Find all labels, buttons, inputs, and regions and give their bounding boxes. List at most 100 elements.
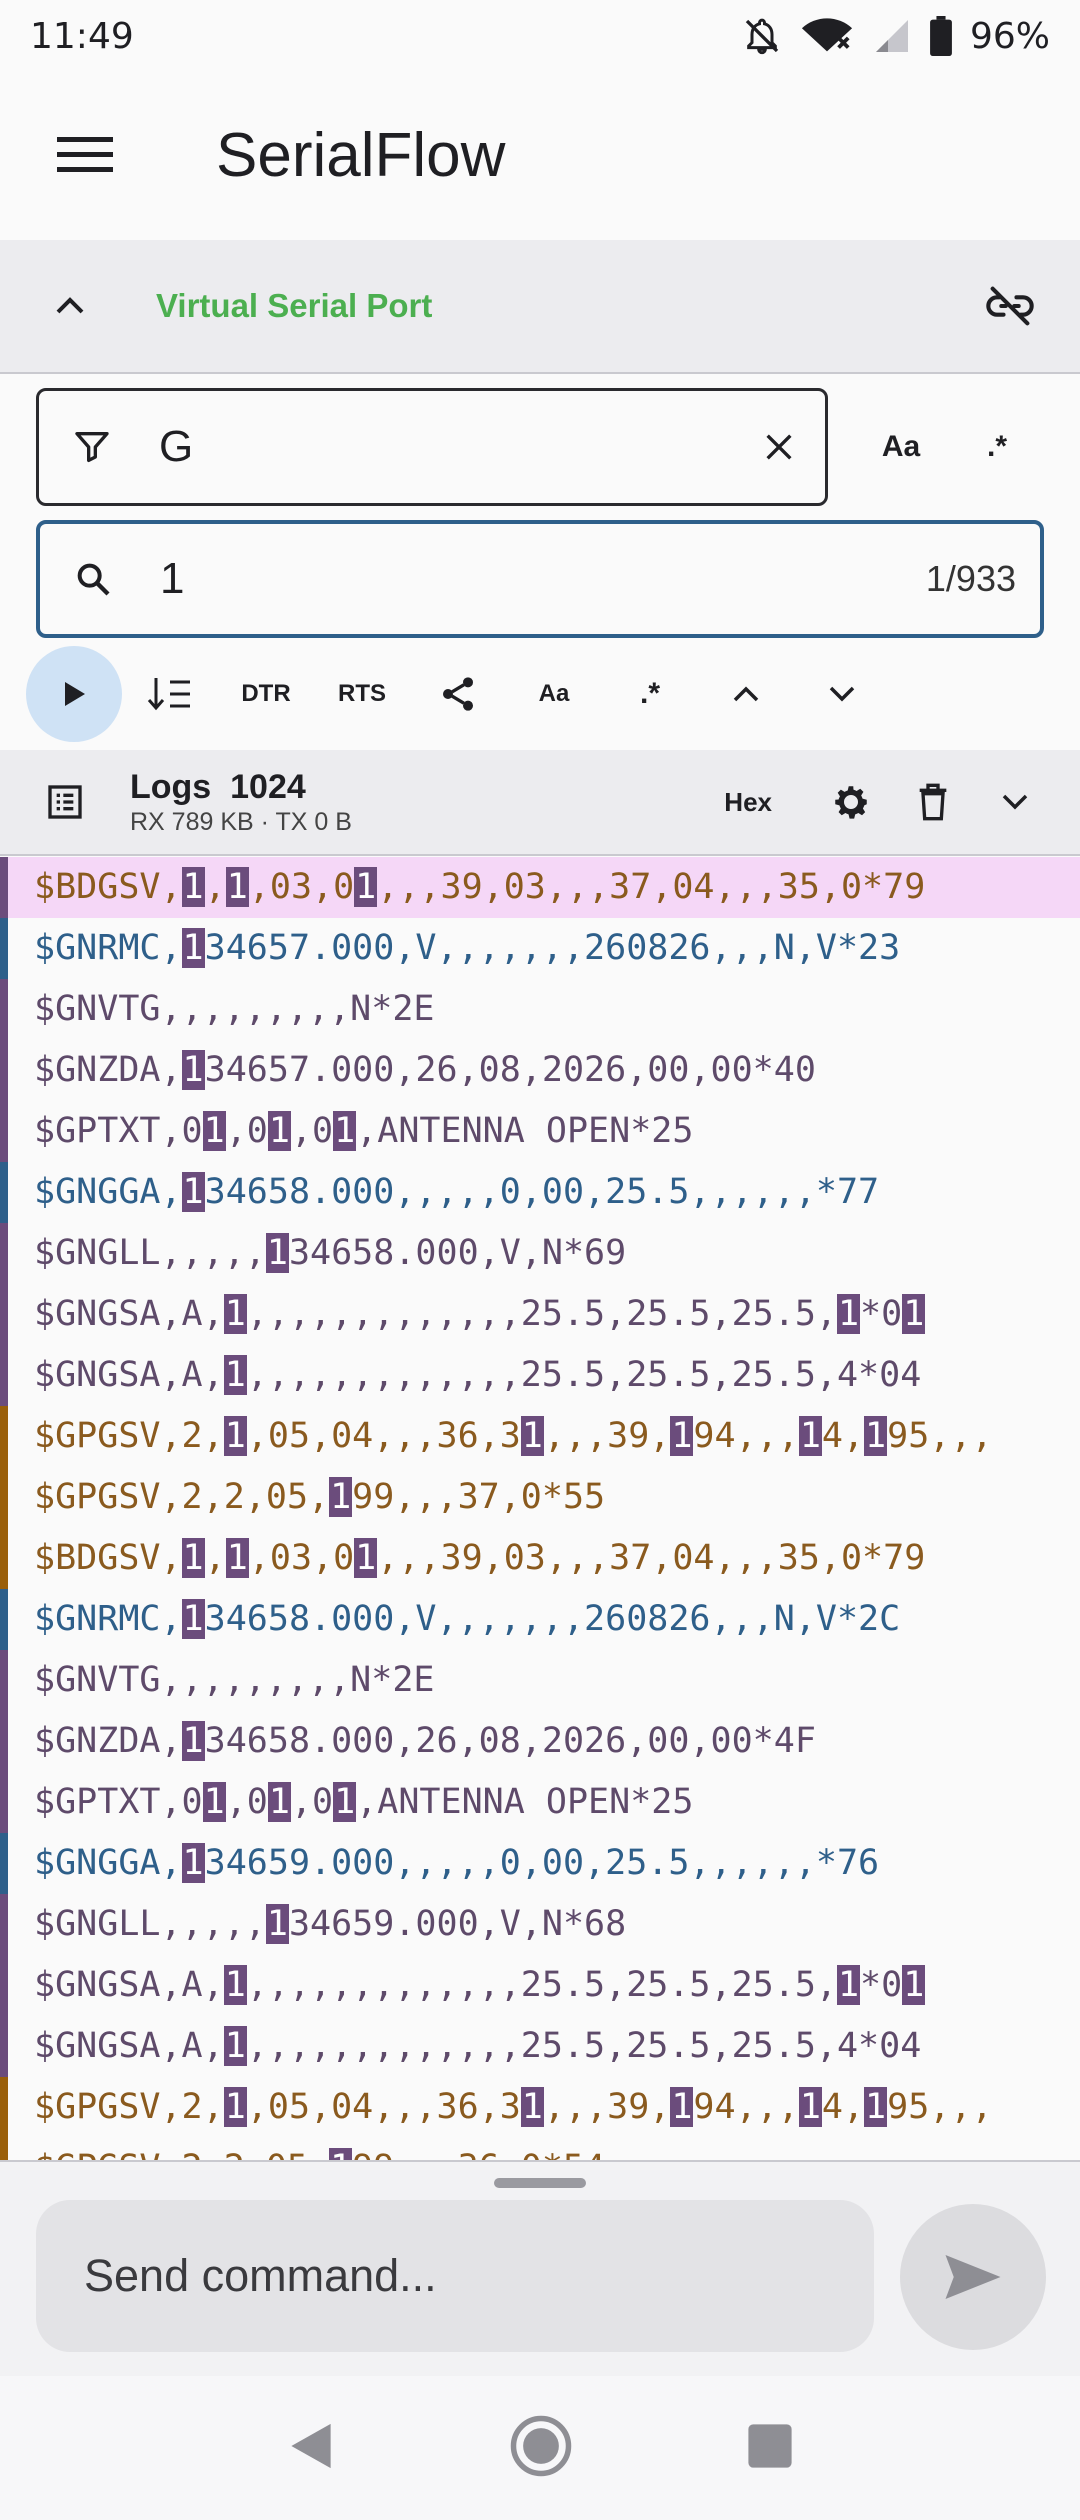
- log-line[interactable]: $GNZDA,134657.000,26,08,2026,00,00*40: [0, 1040, 1080, 1101]
- menu-icon[interactable]: [0, 72, 170, 238]
- search-match: 1: [267, 1782, 291, 1822]
- log-line[interactable]: $GNVTG,,,,,,,,,N*2E: [0, 1650, 1080, 1711]
- log-line[interactable]: $GPGSV,2,1,05,04,,,36,31,,,39,194,,,14,1…: [0, 1406, 1080, 1467]
- command-input[interactable]: Send command...: [36, 2200, 874, 2352]
- search-match: 1: [836, 1965, 861, 2005]
- log-line-text: $GNGSA,A,1,,,,,,,,,,,,,25.5,25.5,25.5,1*…: [34, 1965, 926, 2005]
- log-line[interactable]: $GPGSV,2,1,05,04,,,36,31,,,39,194,,,14,1…: [0, 2077, 1080, 2138]
- log-line[interactable]: $GNGSA,A,1,,,,,,,,,,,,,25.5,25.5,25.5,1*…: [0, 1284, 1080, 1345]
- signal-icon: [872, 16, 912, 56]
- log-line[interactable]: $GNGSA,A,1,,,,,,,,,,,,,25.5,25.5,25.5,1*…: [0, 1955, 1080, 2016]
- search-match: 1: [202, 1111, 226, 1151]
- regex-button[interactable]: .*: [602, 646, 698, 742]
- log-line[interactable]: $GNGSA,A,1,,,,,,,,,,,,,25.5,25.5,25.5,4*…: [0, 1345, 1080, 1406]
- log-line[interactable]: $GPTXT,01,01,01,ANTENNA OPEN*25: [0, 1772, 1080, 1833]
- log-line[interactable]: $GNGGA,134658.000,,,,,0,00,25.5,,,,,,*77: [0, 1162, 1080, 1223]
- filter-icon: [39, 391, 145, 503]
- drag-handle[interactable]: [494, 2178, 586, 2188]
- next-match-icon[interactable]: [794, 646, 890, 742]
- chevron-up-icon[interactable]: [0, 239, 140, 373]
- filter-regex-button[interactable]: .*: [954, 388, 1040, 506]
- log-line-text: $GPGSV,2,1,05,04,,,36,31,,,39,194,,,14,1…: [34, 2087, 993, 2127]
- search-match: 1: [223, 1294, 247, 1334]
- log-line-text: $GNGSA,A,1,,,,,,,,,,,,,25.5,25.5,25.5,1*…: [34, 1294, 926, 1334]
- log-line-text: $GNGSA,A,1,,,,,,,,,,,,,25.5,25.5,25.5,4*…: [34, 2026, 922, 2066]
- search-match: 1: [267, 1111, 291, 1151]
- log-line-text: $GNRMC,134658.000,V,,,,,,,260826,,,N,V*2…: [34, 1599, 901, 1639]
- link-off-icon[interactable]: [940, 239, 1080, 373]
- log-line[interactable]: $GNGGA,134659.000,,,,,0,00,25.5,,,,,,*76: [0, 1833, 1080, 1894]
- log-line[interactable]: $BDGSV,1,1,03,01,,,39,03,,,37,04,,,35,0*…: [0, 857, 1080, 918]
- log-line-marker: [0, 1955, 8, 2016]
- log-line[interactable]: $GPGSV,2,2,05,199,,,36,0*54: [0, 2138, 1080, 2160]
- delete-icon[interactable]: [892, 782, 974, 822]
- search-match: 1: [181, 1721, 205, 1761]
- device-name: Virtual Serial Port: [156, 287, 433, 324]
- search-match: 1: [864, 1416, 888, 1456]
- status-bar: 11:49 96%: [0, 0, 1080, 72]
- battery-icon: [930, 16, 952, 56]
- status-time: 11:49: [30, 15, 134, 57]
- previous-match-icon[interactable]: [698, 646, 794, 742]
- search-match: 1: [223, 2087, 247, 2127]
- back-icon[interactable]: [286, 2419, 336, 2478]
- search-match: 1: [864, 2087, 888, 2127]
- log-line-text: $GPGSV,2,2,05,199,,,36,0*54: [34, 2148, 605, 2160]
- logs-title: Logs: [130, 768, 212, 806]
- device-bar[interactable]: Virtual Serial Port: [0, 240, 1080, 374]
- search-match: 1: [202, 1782, 226, 1822]
- dtr-button[interactable]: DTR: [218, 646, 314, 742]
- log-line[interactable]: $GNRMC,134657.000,V,,,,,,,260826,,,N,V*2…: [0, 918, 1080, 979]
- log-line-text: $GNGLL,,,,,134658.000,V,N*69: [34, 1233, 627, 1273]
- gear-icon[interactable]: [810, 781, 892, 823]
- log-line[interactable]: $GNGLL,,,,,134658.000,V,N*69: [0, 1223, 1080, 1284]
- send-icon[interactable]: [900, 2204, 1046, 2350]
- close-icon[interactable]: [733, 391, 825, 503]
- log-line-marker: [0, 2077, 8, 2138]
- log-line-text: $GPTXT,01,01,01,ANTENNA OPEN*25: [34, 1111, 694, 1151]
- log-line-text: $GPGSV,2,2,05,199,,,37,0*55: [34, 1477, 606, 1517]
- log-line-marker: [0, 857, 8, 918]
- wifi-icon: [800, 16, 854, 56]
- log-list[interactable]: $BDGSV,1,1,03,01,,,39,03,,,37,04,,,35,0*…: [0, 857, 1080, 2160]
- recents-icon[interactable]: [746, 2422, 794, 2475]
- log-line-marker: [0, 2138, 8, 2160]
- log-line-marker: [0, 1101, 8, 1162]
- search-input[interactable]: 1: [160, 554, 926, 604]
- log-line-marker: [0, 1406, 8, 1467]
- search-match: 1: [181, 1843, 205, 1883]
- autoscroll-button[interactable]: [122, 646, 218, 742]
- case-sensitive-button[interactable]: Aa: [506, 646, 602, 742]
- log-line[interactable]: $GNVTG,,,,,,,,,N*2E: [0, 979, 1080, 1040]
- search-match: 1: [836, 1294, 861, 1334]
- filter-case-button[interactable]: Aa: [858, 388, 944, 506]
- filter-input[interactable]: G: [159, 422, 733, 472]
- log-line-marker: [0, 979, 8, 1040]
- chevron-down-icon[interactable]: [974, 792, 1056, 812]
- rts-button[interactable]: RTS: [314, 646, 410, 742]
- home-icon[interactable]: [508, 2413, 574, 2484]
- log-line-text: $GPTXT,01,01,01,ANTENNA OPEN*25: [34, 1782, 694, 1822]
- log-line[interactable]: $GNRMC,134658.000,V,,,,,,,260826,,,N,V*2…: [0, 1589, 1080, 1650]
- log-line[interactable]: $GNZDA,134658.000,26,08,2026,00,00*4F: [0, 1711, 1080, 1772]
- log-line-marker: [0, 1894, 8, 1955]
- log-line[interactable]: $GPGSV,2,2,05,199,,,37,0*55: [0, 1467, 1080, 1528]
- log-line[interactable]: $GPTXT,01,01,01,ANTENNA OPEN*25: [0, 1101, 1080, 1162]
- search-match: 1: [265, 1233, 289, 1273]
- log-line[interactable]: $GNGSA,A,1,,,,,,,,,,,,,25.5,25.5,25.5,4*…: [0, 2016, 1080, 2077]
- hex-toggle[interactable]: Hex: [724, 787, 772, 818]
- log-line-marker: [0, 1833, 8, 1894]
- search-field[interactable]: 1 1/933: [36, 520, 1044, 638]
- search-match: 1: [329, 1477, 353, 1517]
- command-panel: Send command...: [0, 2160, 1080, 2376]
- search-match: 1: [902, 1965, 926, 2005]
- log-line-marker: [0, 1650, 8, 1711]
- log-line-text: $GPGSV,2,1,05,04,,,36,31,,,39,194,,,14,1…: [34, 1416, 993, 1456]
- play-button[interactable]: [26, 646, 122, 742]
- log-line[interactable]: $GNGLL,,,,,134659.000,V,N*68: [0, 1894, 1080, 1955]
- log-line-marker: [0, 1284, 8, 1345]
- toolbar: DTR RTS Aa .*: [26, 644, 1056, 744]
- log-line[interactable]: $BDGSV,1,1,03,01,,,39,03,,,37,04,,,35,0*…: [0, 1528, 1080, 1589]
- filter-field[interactable]: G: [36, 388, 828, 506]
- share-icon[interactable]: [410, 646, 506, 742]
